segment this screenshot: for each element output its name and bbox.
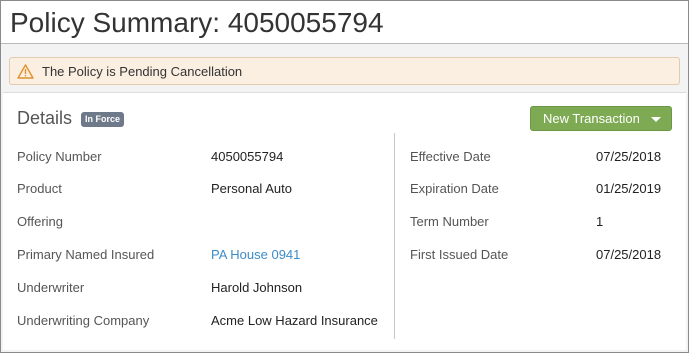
caret-down-icon[interactable] — [651, 117, 661, 122]
field-value: 1 — [596, 214, 604, 229]
field-label: Product — [17, 181, 62, 196]
field-value: Personal Auto — [211, 181, 292, 196]
page-title: Policy Summary: 4050055794 — [10, 6, 384, 38]
field-label: Primary Named Insured — [17, 247, 155, 262]
alert-message: The Policy is Pending Cancellation — [42, 63, 243, 79]
details-card: Details In Force New Transaction Policy … — [3, 92, 686, 350]
primary-named-insured-link[interactable]: PA House 0941 — [211, 246, 300, 264]
policy-summary-window: Policy Summary: 4050055794 The Policy is… — [0, 0, 689, 353]
field-value: 01/25/2019 — [596, 181, 662, 196]
status-badge: In Force — [81, 112, 125, 127]
field-value: Acme Low Hazard Insurance — [211, 313, 378, 328]
field-first-issued-date: First Issued Date 07/25/2018 — [410, 246, 670, 264]
field-value: 4050055794 — [211, 149, 284, 164]
field-value: 07/25/2018 — [596, 149, 662, 164]
field-label: First Issued Date — [410, 247, 509, 262]
field-effective-date: Effective Date 07/25/2018 — [410, 148, 670, 166]
field-label: Effective Date — [410, 149, 491, 164]
field-product: Product Personal Auto — [17, 180, 387, 198]
field-label: Underwriter — [17, 280, 85, 295]
field-label: Underwriting Company — [17, 313, 150, 328]
warning-triangle-icon — [17, 63, 34, 79]
field-term-number: Term Number 1 — [410, 213, 670, 231]
field-value: 07/25/2018 — [596, 247, 662, 262]
new-transaction-button[interactable]: New Transaction — [530, 106, 672, 131]
field-underwriting-company: Underwriting Company Acme Low Hazard Ins… — [17, 312, 387, 330]
column-divider — [394, 133, 395, 339]
field-offering: Offering — [17, 213, 387, 231]
field-label: Offering — [17, 214, 64, 229]
page-header: Policy Summary: 4050055794 — [1, 1, 688, 44]
pending-cancellation-alert: The Policy is Pending Cancellation — [9, 57, 680, 85]
new-transaction-label: New Transaction — [543, 111, 640, 126]
field-label: Expiration Date — [410, 181, 499, 196]
details-title: Details — [17, 108, 73, 128]
field-underwriter: Underwriter Harold Johnson — [17, 279, 387, 297]
field-expiration-date: Expiration Date 01/25/2019 — [410, 180, 670, 198]
field-value: Harold Johnson — [211, 280, 303, 295]
field-policy-number: Policy Number 4050055794 — [17, 148, 387, 166]
field-label: Policy Number — [17, 149, 102, 164]
field-label: Term Number — [410, 214, 489, 229]
field-primary-named-insured: Primary Named Insured PA House 0941 — [17, 246, 387, 264]
